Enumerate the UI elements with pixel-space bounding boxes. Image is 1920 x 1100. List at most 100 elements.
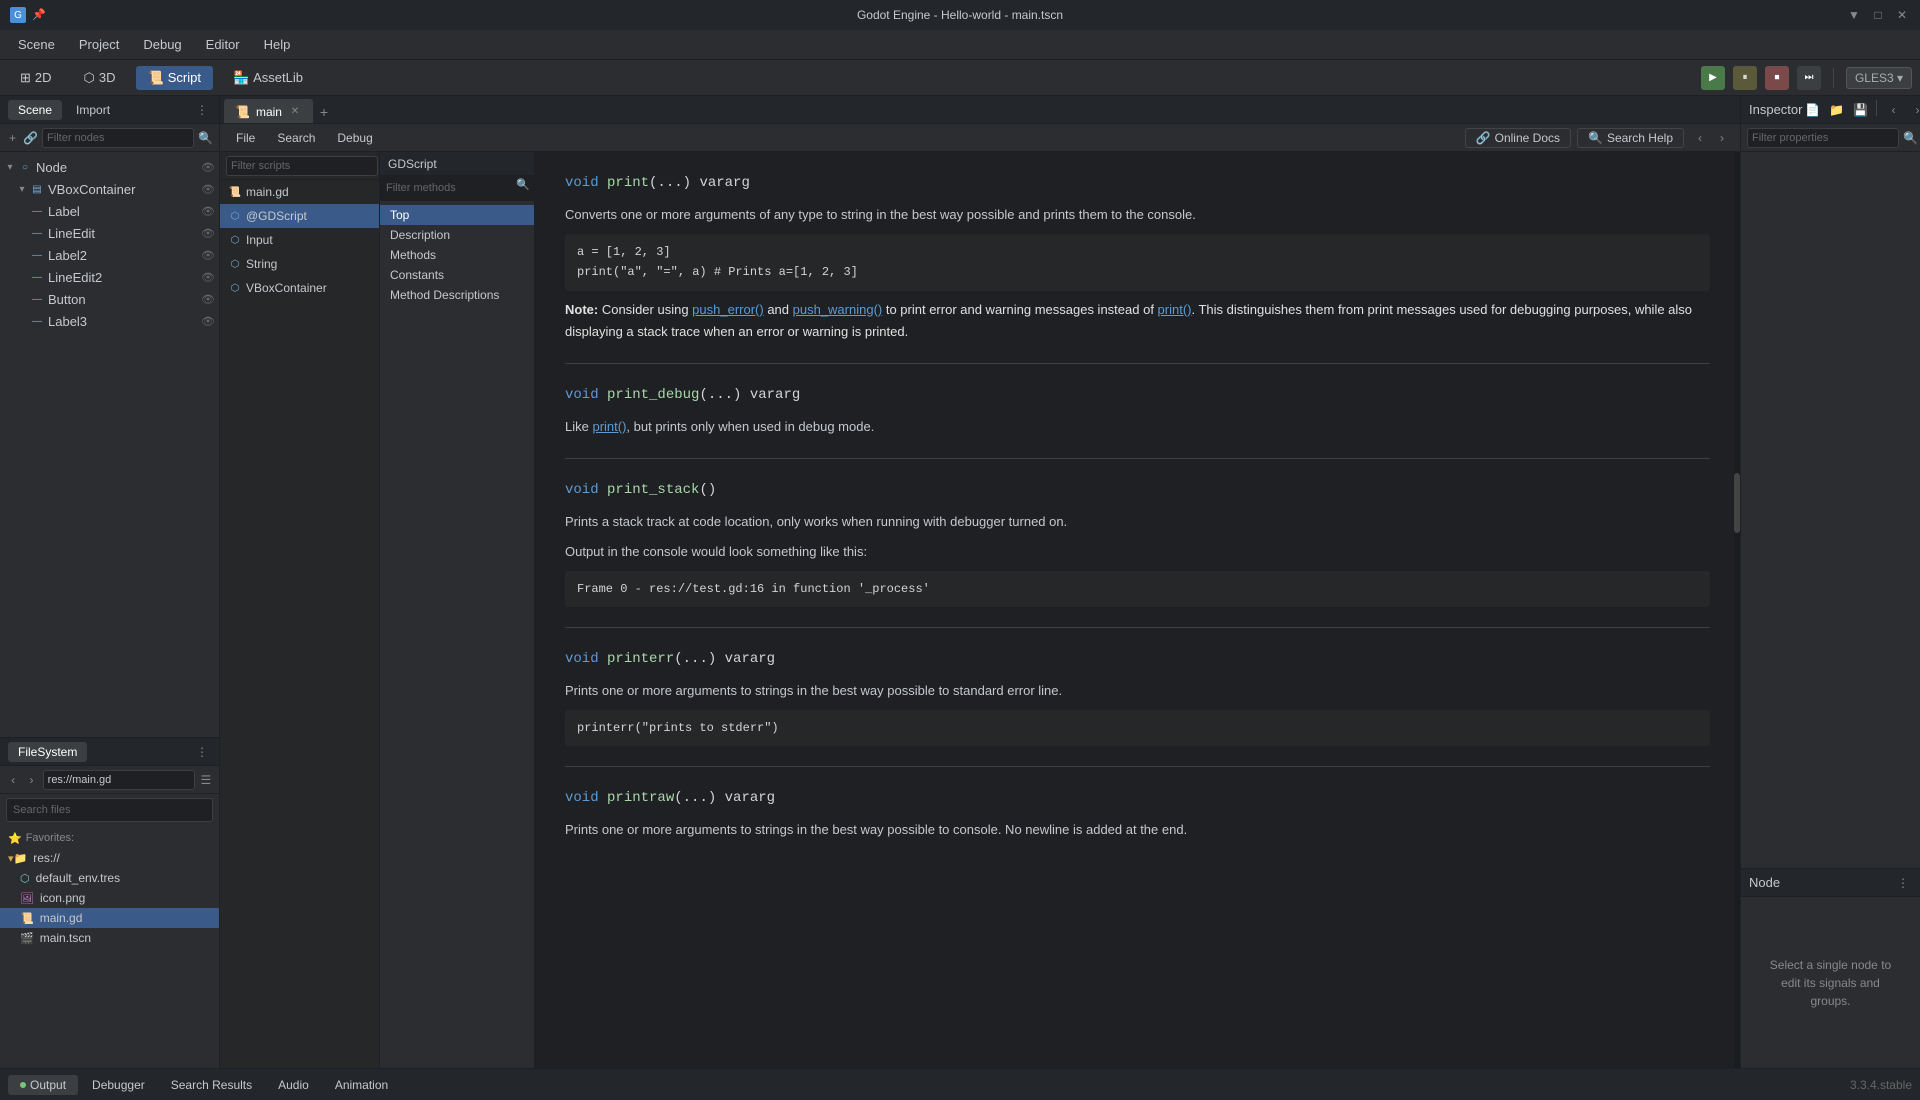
method-description[interactable]: Description	[380, 225, 534, 245]
window-title: Godot Engine - Hello-world - main.tscn	[857, 8, 1063, 22]
close-btn[interactable]: ✕	[1894, 7, 1910, 23]
inspector-forward-btn[interactable]: ›	[1907, 100, 1920, 120]
scene-more-btn[interactable]: ⋮	[193, 101, 211, 119]
online-docs-btn[interactable]: 🔗 Online Docs	[1465, 128, 1571, 148]
tab-import[interactable]: Import	[66, 100, 120, 120]
fs-more-btn[interactable]: ⋮	[193, 743, 211, 761]
fs-path-input[interactable]	[43, 770, 195, 790]
tree-item-label: Label	[48, 204, 80, 219]
script-item-vboxcontainer[interactable]: ⬡ VBoxContainer	[220, 276, 379, 300]
visibility-icon[interactable]: 👁	[201, 315, 215, 328]
tab-close-btn[interactable]: ✕	[288, 105, 302, 119]
tab-output[interactable]: Output	[8, 1075, 78, 1095]
tab-audio[interactable]: Audio	[266, 1075, 321, 1095]
script-btn[interactable]: 📜 Script	[136, 66, 213, 90]
filter-methods-input[interactable]	[380, 176, 534, 200]
gles-badge[interactable]: GLES3 ▾	[1846, 67, 1912, 89]
stop-btn[interactable]: ⏹	[1765, 66, 1789, 90]
add-node-btn[interactable]: +	[6, 128, 19, 148]
scrollbar-thumb[interactable]	[1734, 473, 1740, 533]
visibility-icon[interactable]: 👁	[201, 161, 215, 174]
method-methods[interactable]: Methods	[380, 245, 534, 265]
tree-item-vboxcontainer[interactable]: ▾ ▤ VBoxContainer 👁	[0, 178, 219, 200]
bottom-bar: Output Debugger Search Results Audio Ani…	[0, 1068, 1920, 1100]
inspector-back-btn[interactable]: ‹	[1883, 100, 1903, 120]
tree-item-label2[interactable]: — Label2 👁	[0, 244, 219, 266]
tree-item-lineedit2[interactable]: — LineEdit2 👁	[0, 266, 219, 288]
view-3d-btn[interactable]: ⬡ 3D	[72, 66, 128, 90]
fs-search-input[interactable]	[6, 798, 213, 822]
right-panel: Inspector 📄 📁 💾 ‹ › ↺ ⋮ ⚙ 🔍 Node	[1740, 96, 1920, 1068]
inspector-filter-search-btn[interactable]: 🔍	[1903, 128, 1918, 148]
tree-item-node[interactable]: ▾ ○ Node 👁	[0, 156, 219, 178]
visibility-icon[interactable]: 👁	[201, 227, 215, 240]
step-forward-btn[interactable]: ⏭	[1797, 66, 1821, 90]
link-btn[interactable]: 🔗	[23, 128, 38, 148]
fs-item-main-tscn[interactable]: 🎬 main.tscn	[0, 928, 219, 948]
visibility-icon[interactable]: 👁	[201, 249, 215, 262]
filter-methods-search-btn[interactable]: 🔍	[516, 178, 530, 191]
fs-toolbar: ‹ › ☰	[0, 766, 219, 794]
debug-menu-btn[interactable]: Debug	[329, 129, 380, 147]
fs-back-btn[interactable]: ‹	[6, 770, 20, 790]
fs-forward-btn[interactable]: ›	[24, 770, 38, 790]
menu-help[interactable]: Help	[254, 33, 301, 56]
tab-search-results[interactable]: Search Results	[159, 1075, 264, 1095]
menu-editor[interactable]: Editor	[196, 33, 250, 56]
script-icon: 📜	[148, 70, 164, 86]
maximize-btn[interactable]: □	[1870, 7, 1886, 23]
node-panel-more-btn[interactable]: ⋮	[1894, 874, 1912, 892]
tab-animation[interactable]: Animation	[323, 1075, 400, 1095]
inspector-file-btn[interactable]: 📄	[1802, 100, 1822, 120]
visibility-icon[interactable]: 👁	[201, 271, 215, 284]
fs-item-default-env[interactable]: ⬡ default_env.tres	[0, 868, 219, 888]
scrollbar-track[interactable]	[1734, 152, 1740, 1068]
file-menu-btn[interactable]: File	[228, 129, 263, 147]
visibility-icon[interactable]: 👁	[201, 205, 215, 218]
nav-forward-btn[interactable]: ›	[1712, 128, 1732, 148]
tab-debugger[interactable]: Debugger	[80, 1075, 157, 1095]
inspector-save-btn[interactable]: 💾	[1850, 100, 1870, 120]
printerr-signature: void printerr(...) vararg	[565, 648, 1710, 672]
tree-item-button[interactable]: — Button 👁	[0, 288, 219, 310]
label3-icon: —	[30, 314, 44, 328]
tab-scene[interactable]: Scene	[8, 100, 62, 120]
pin-icon: 📌	[32, 8, 46, 22]
play-btn[interactable]: ▶	[1701, 66, 1725, 90]
search-menu-btn[interactable]: Search	[269, 129, 323, 147]
menu-scene[interactable]: Scene	[8, 33, 65, 56]
assetlib-btn[interactable]: 🏪 AssetLib	[221, 66, 315, 90]
fs-layout-btn[interactable]: ☰	[199, 770, 213, 790]
script-item-string[interactable]: ⬡ String	[220, 252, 379, 276]
menu-debug[interactable]: Debug	[133, 33, 191, 56]
visibility-icon[interactable]: 👁	[201, 183, 215, 196]
minimize-btn[interactable]: ▼	[1846, 7, 1862, 23]
tree-item-label3[interactable]: — Label3 👁	[0, 310, 219, 332]
method-descriptions[interactable]: Method Descriptions	[380, 285, 534, 305]
view-2d-btn[interactable]: ⊞ 2D	[8, 66, 64, 90]
add-tab-btn[interactable]: +	[313, 101, 335, 123]
search-help-btn[interactable]: 🔍 Search Help	[1577, 128, 1684, 148]
script-item-main-gd[interactable]: 📜 main.gd	[220, 180, 379, 204]
fs-item-icon-png[interactable]: 🖼 icon.png	[0, 888, 219, 908]
nav-back-btn[interactable]: ‹	[1690, 128, 1710, 148]
filter-scripts-input[interactable]	[226, 156, 378, 176]
fs-item-res[interactable]: ▾📁 res://	[0, 848, 219, 868]
script-tab-main[interactable]: 📜 main ✕	[224, 99, 313, 123]
script-item-gdscript[interactable]: ⬡ @GDScript	[220, 204, 379, 228]
tree-item-label[interactable]: — Label 👁	[0, 200, 219, 222]
script-item-input[interactable]: ⬡ Input	[220, 228, 379, 252]
menu-project[interactable]: Project	[69, 33, 129, 56]
fs-item-main-gd[interactable]: 📜 main.gd	[0, 908, 219, 928]
filter-nodes-input[interactable]	[42, 128, 194, 148]
node-hint: Select a single node to edit its signals…	[1741, 897, 1920, 1068]
inspector-filter-input[interactable]	[1747, 128, 1899, 148]
method-top[interactable]: Top	[380, 205, 534, 225]
tab-filesystem[interactable]: FileSystem	[8, 742, 87, 762]
pause-btn[interactable]: ⏸	[1733, 66, 1757, 90]
tree-item-lineedit[interactable]: — LineEdit 👁	[0, 222, 219, 244]
visibility-icon[interactable]: 👁	[201, 293, 215, 306]
inspector-folder-btn[interactable]: 📁	[1826, 100, 1846, 120]
search-nodes-btn[interactable]: 🔍	[198, 128, 213, 148]
method-constants[interactable]: Constants	[380, 265, 534, 285]
